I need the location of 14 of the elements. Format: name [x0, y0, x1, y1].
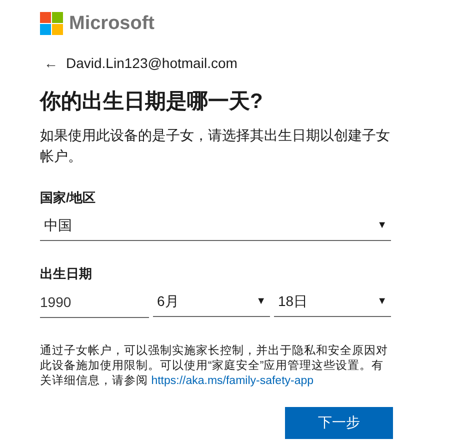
birthdate-label: 出生日期 [40, 265, 93, 283]
country-label: 国家/地区 [40, 189, 97, 207]
help-link[interactable]: https://aka.ms/family-safety-app [151, 375, 314, 387]
date-select[interactable]: 6月 ▼ [153, 287, 270, 317]
back-button[interactable]: ← [44, 55, 58, 71]
country-select[interactable]: 中国 ▼ [40, 211, 391, 241]
account-email: David.Lin123@hotmail.com [66, 55, 238, 71]
next-button[interactable]: 下一步 [285, 407, 393, 439]
date-select[interactable]: 18日 ▼ [274, 287, 391, 317]
description-text: 如果使用此设备的是子女，请选择其出生日期以创建子女帐户。 [40, 126, 391, 166]
page-heading: 你的出生日期是哪一天? [40, 89, 264, 115]
brand-name: Microsoft [69, 12, 154, 34]
logo-icon [40, 12, 63, 35]
info-text: 通过子女帐户，可以强制实施家长控制，并出于隐私和安全原因对此设备施加使用限制。可以使用“家庭安全”应用管理这些设置。有关详细信息，请参阅 https://aka.ms/family-safety-app [40, 344, 389, 389]
